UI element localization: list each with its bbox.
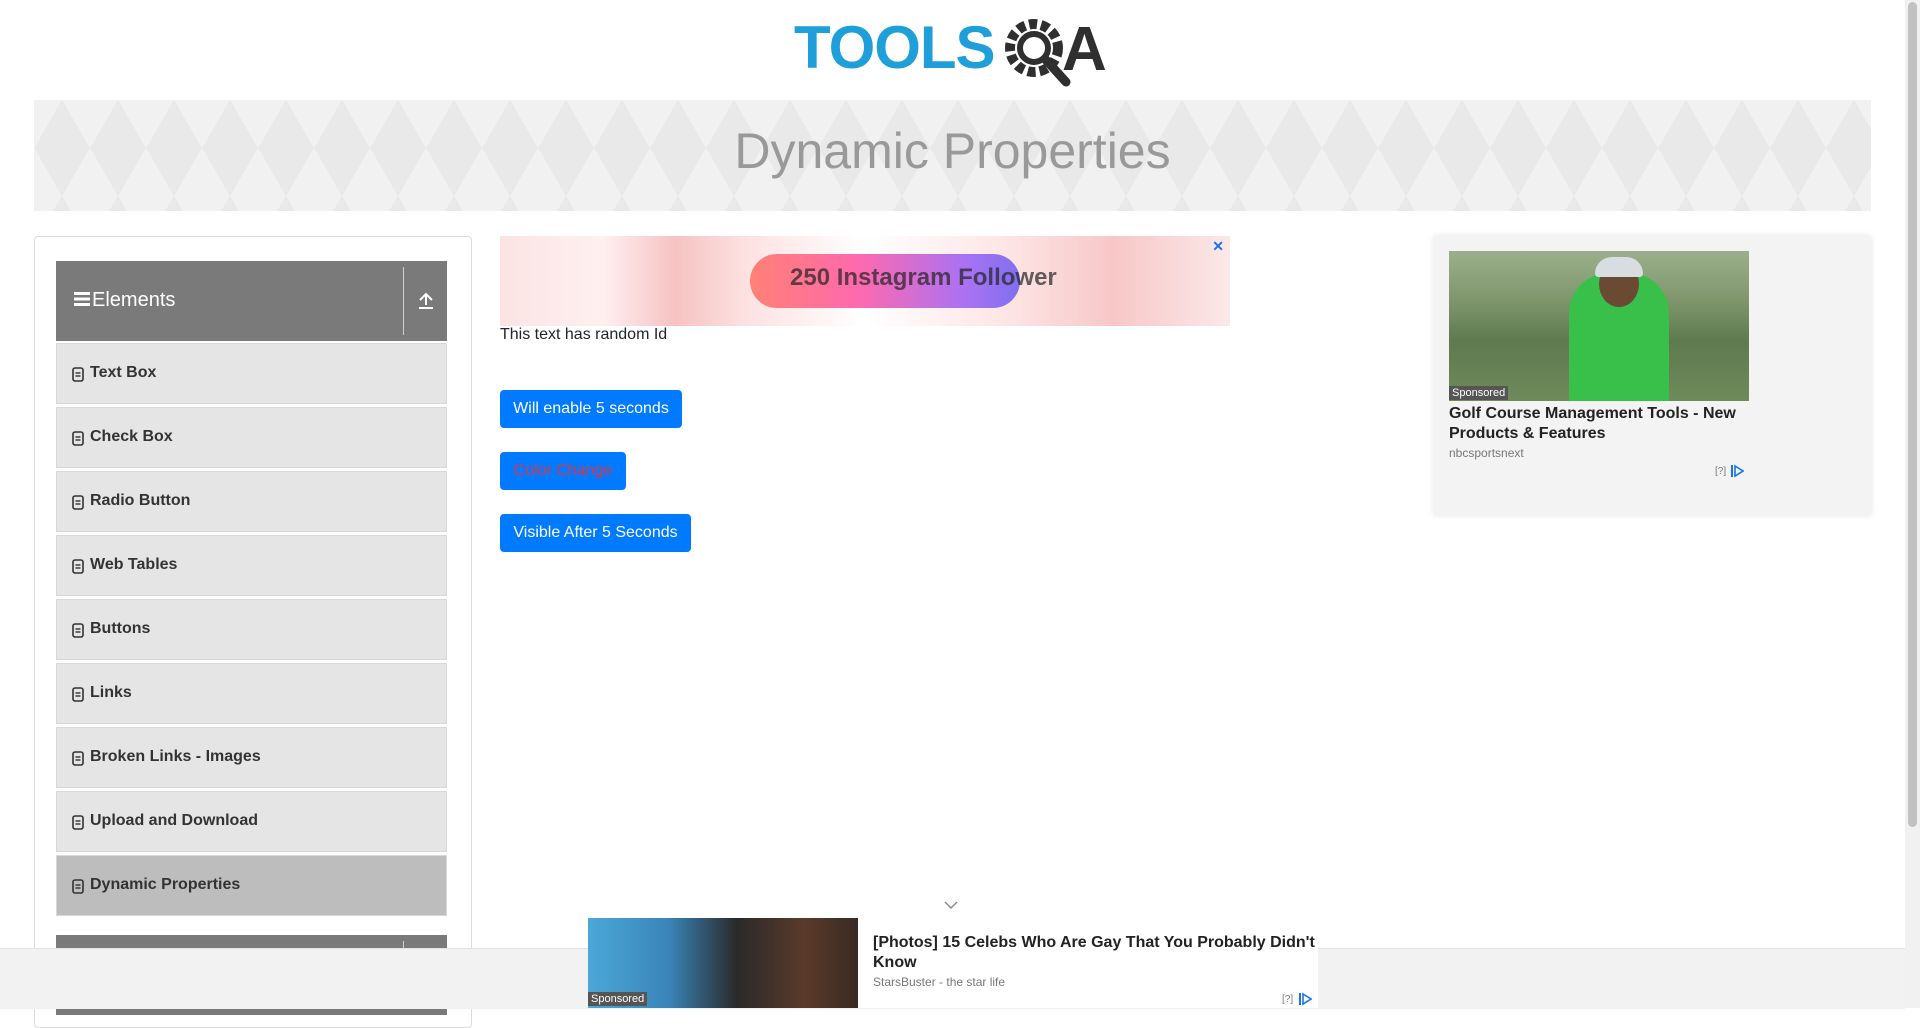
color-change-button[interactable]: Color Change	[500, 452, 626, 490]
sponsored-label: Sponsored	[1449, 386, 1509, 400]
sidebar-item-label: Broken Links - Images	[90, 748, 261, 765]
sidebar-item-label: Text Box	[90, 364, 157, 381]
scrollbar-thumb[interactable]	[1908, 2, 1917, 827]
sidebar-item-label: Links	[90, 684, 132, 701]
sidebar-item-broken-links-images[interactable]: Broken Links - Images	[56, 727, 447, 788]
list-icon	[72, 367, 84, 382]
ad-title[interactable]: Golf Course Management Tools - New Produ…	[1449, 404, 1749, 444]
sidebar-item-radio-button[interactable]: Radio Button	[56, 471, 447, 532]
ad-text: 250 Instagram Follower	[790, 264, 1057, 291]
divider	[403, 267, 404, 335]
page-title: Dynamic Properties	[734, 123, 1171, 179]
collapse-upload-icon[interactable]	[416, 291, 436, 311]
sidebar-item-upload-and-download[interactable]: Upload and Download	[56, 791, 447, 852]
sidebar-item-dynamic-properties[interactable]: Dynamic Properties	[56, 855, 447, 916]
sidebar-item-label: Web Tables	[90, 556, 178, 573]
top-ad-banner[interactable]: 250 Instagram Follower ✕	[500, 236, 1230, 326]
group-header-label: Elements	[92, 289, 176, 311]
logo-letter-a: A	[1062, 15, 1107, 84]
ad-help-link[interactable]: [?]	[1282, 994, 1293, 1005]
ad-source: StarsBuster - the star life	[873, 975, 1006, 989]
sidebar-item-label: Radio Button	[90, 492, 191, 509]
ad-image[interactable]	[1449, 251, 1749, 401]
ad-title[interactable]: [Photos] 15 Celebs Who Are Gay That You …	[873, 933, 1318, 973]
page-banner: Dynamic Properties	[34, 100, 1871, 211]
chevron-down-icon[interactable]	[944, 900, 958, 910]
list-icon	[72, 815, 84, 830]
sidebar-item-label: Check Box	[90, 428, 173, 445]
close-icon[interactable]: ✕	[1212, 238, 1224, 255]
group-header-elements[interactable]: Elements	[56, 261, 447, 341]
sidebar-item-label: Upload and Download	[90, 812, 258, 829]
sidebar-item-links[interactable]: Links	[56, 663, 447, 724]
vertical-scrollbar[interactable]	[1905, 0, 1920, 1008]
list-icon	[72, 559, 84, 574]
random-id-text: This text has random Id	[500, 326, 668, 343]
sponsored-label: Sponsored	[588, 992, 648, 1006]
bottom-ad[interactable]: Sponsored [Photos] 15 Celebs Who Are Gay…	[588, 918, 1318, 1008]
sidebar-menu: Text Box Check Box Radio Button Web Tabl…	[56, 343, 447, 919]
toolsqa-logo[interactable]: TOOLS A	[794, 14, 1116, 90]
adchoices-icon[interactable]	[1298, 992, 1312, 1006]
list-icon	[72, 431, 84, 446]
logo-text: TOOLS	[794, 14, 996, 81]
list-icon	[72, 879, 84, 894]
hamburger-icon	[74, 292, 90, 306]
sidebar-item-buttons[interactable]: Buttons	[56, 599, 447, 660]
sidebar-item-check-box[interactable]: Check Box	[56, 407, 447, 468]
enable-after-button[interactable]: Will enable 5 seconds	[500, 390, 682, 428]
ad-image-cap	[1595, 257, 1643, 277]
list-icon	[72, 495, 84, 510]
adchoices-icon[interactable]	[1730, 464, 1744, 478]
ad-source: nbcsportsnext	[1449, 446, 1524, 460]
right-ad[interactable]: Sponsored Golf Course Management Tools -…	[1434, 236, 1871, 515]
sidebar-item-label: Dynamic Properties	[90, 876, 241, 893]
sidebar-item-web-tables[interactable]: Web Tables	[56, 535, 447, 596]
list-icon	[72, 623, 84, 638]
ad-help-link[interactable]: [?]	[1715, 466, 1726, 477]
visible-after-button[interactable]: Visible After 5 Seconds	[500, 514, 691, 552]
list-icon	[72, 751, 84, 766]
list-icon	[72, 687, 84, 702]
sidebar-item-text-box[interactable]: Text Box	[56, 343, 447, 404]
sidebar: Elements Text Box Check Box Radio Button…	[34, 236, 472, 1028]
sidebar-item-label: Buttons	[90, 620, 151, 637]
